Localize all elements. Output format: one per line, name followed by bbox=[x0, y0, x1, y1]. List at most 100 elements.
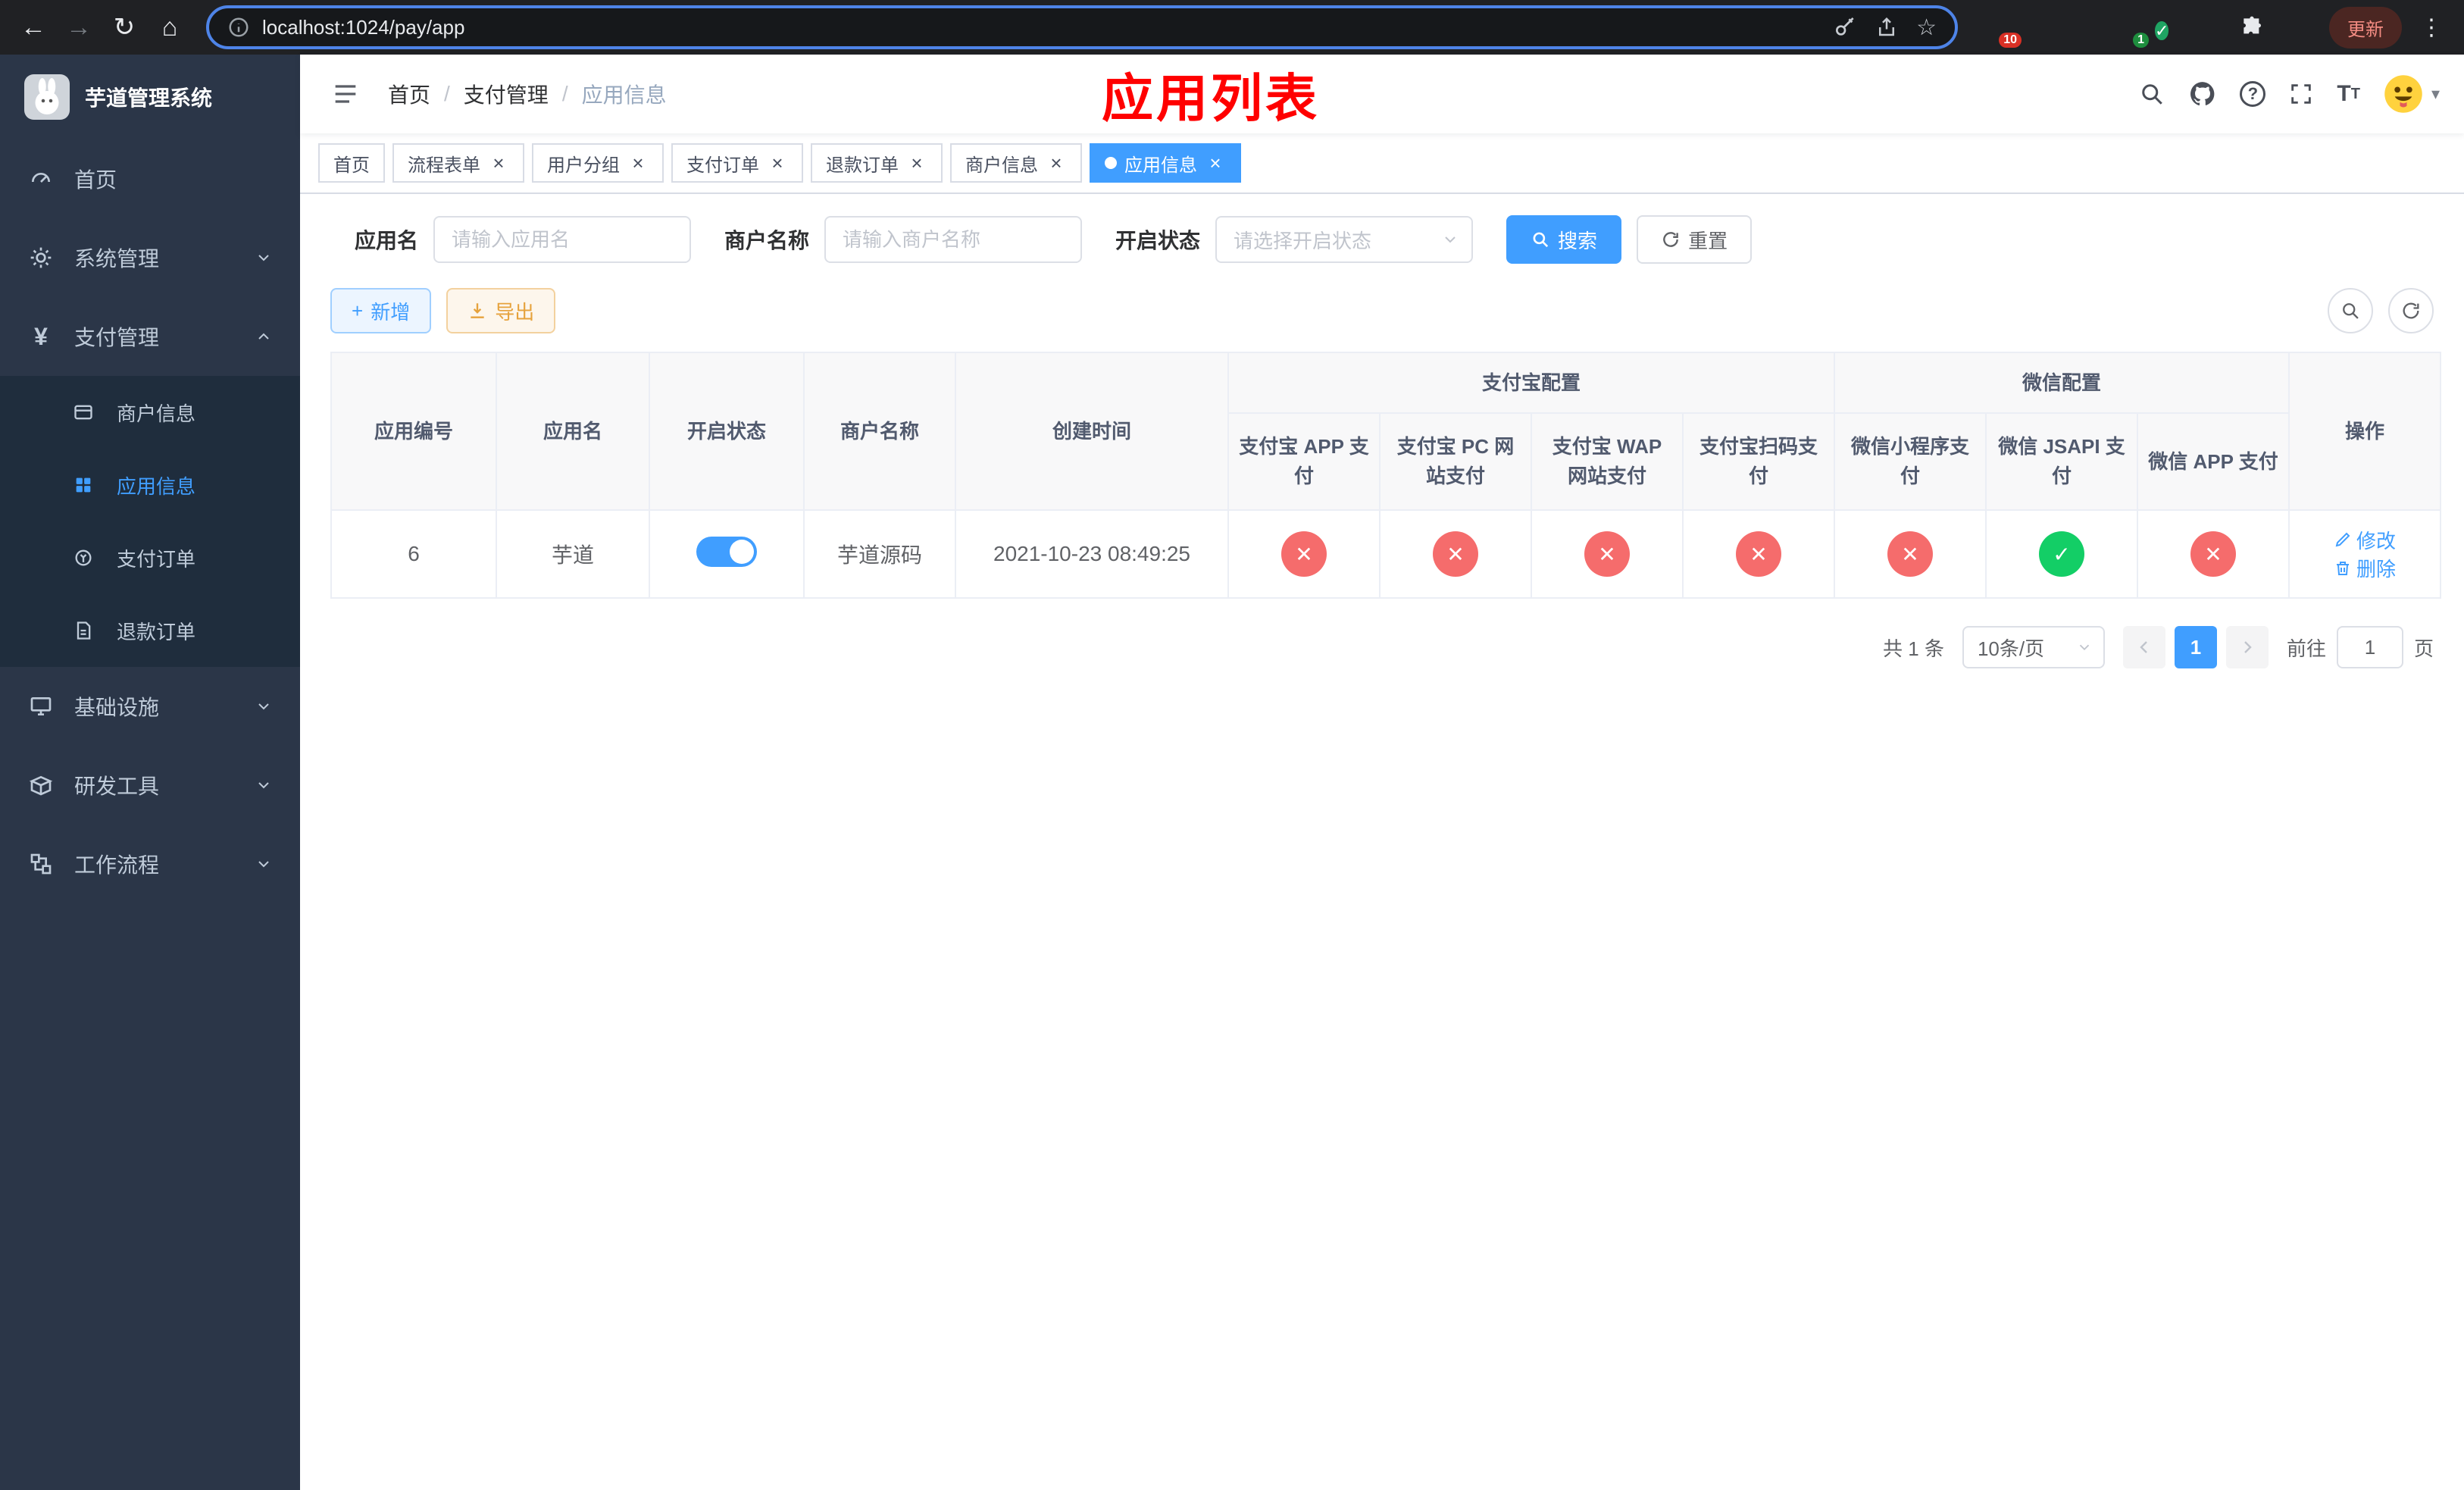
merchant-name-input[interactable] bbox=[824, 216, 1083, 263]
delete-link-label: 删除 bbox=[2356, 558, 2397, 581]
tab-close-icon[interactable]: × bbox=[488, 152, 509, 174]
prev-page-button[interactable] bbox=[2122, 626, 2165, 668]
sidebar-item-system[interactable]: 系统管理 bbox=[0, 218, 300, 297]
export-button[interactable]: 导出 bbox=[446, 288, 556, 333]
address-bar[interactable]: localhost:1024/pay/app ☆ bbox=[206, 5, 1958, 49]
sidebar-item-refund-order[interactable]: 退款订单 bbox=[0, 594, 300, 667]
sidebar-item-pay-order[interactable]: 支付订单 bbox=[0, 521, 300, 594]
breadcrumb: 首页 / 支付管理 / 应用信息 bbox=[388, 79, 667, 109]
page-size-value: 10条/页 bbox=[1977, 637, 2045, 660]
sidebar-item-infrastructure[interactable]: 基础设施 bbox=[0, 667, 300, 746]
user-menu[interactable]: ▾ bbox=[2383, 74, 2440, 114]
browser-update-button[interactable]: 更新 bbox=[2329, 6, 2402, 49]
edit-link-label: 修改 bbox=[2356, 529, 2397, 552]
url-text[interactable]: localhost:1024/pay/app bbox=[262, 16, 1821, 39]
reset-button[interactable]: 重置 bbox=[1637, 215, 1753, 264]
tab-home[interactable]: 首页 bbox=[318, 143, 385, 183]
status-icon: ✓ bbox=[2039, 531, 2085, 577]
top-navbar: 首页 / 支付管理 / 应用信息 应用列表 ? TT ▾ bbox=[300, 55, 2464, 133]
filter-form: 应用名 商户名称 开启状态 请选择开启状态 搜索 重置 bbox=[355, 212, 2434, 267]
add-button[interactable]: + 新增 bbox=[330, 288, 432, 333]
site-info-icon[interactable] bbox=[227, 16, 250, 39]
password-key-icon[interactable] bbox=[1833, 15, 1857, 39]
tab-close-icon[interactable]: × bbox=[1046, 152, 1067, 174]
github-icon[interactable] bbox=[2188, 80, 2217, 108]
sidebar-item-label: 系统管理 bbox=[74, 247, 160, 271]
chevron-down-icon bbox=[255, 697, 273, 715]
tab-process-form[interactable]: 流程表单 × bbox=[392, 143, 524, 183]
tab-close-icon[interactable]: × bbox=[1205, 152, 1226, 174]
tab-close-icon[interactable]: × bbox=[906, 152, 927, 174]
sidebar-item-label: 支付订单 bbox=[117, 547, 196, 571]
page-content: 应用名 商户名称 开启状态 请选择开启状态 搜索 重置 bbox=[300, 194, 2464, 1490]
extension-icon-3[interactable] bbox=[2070, 14, 2096, 40]
page-number-button[interactable]: 1 bbox=[2174, 626, 2217, 668]
payment-submenu: 商户信息 应用信息 支付订单 退款订单 bbox=[0, 376, 300, 667]
extensions-puzzle-icon[interactable] bbox=[2240, 14, 2265, 40]
bookmark-star-icon[interactable]: ☆ bbox=[1916, 14, 1937, 41]
extension-icon-6[interactable] bbox=[2197, 14, 2223, 40]
fullscreen-icon[interactable] bbox=[2288, 81, 2314, 107]
status-label: 开启状态 bbox=[1115, 229, 1201, 252]
extension-icon-2[interactable] bbox=[2028, 14, 2053, 40]
breadcrumb-separator: / bbox=[561, 82, 568, 105]
tab-app-info[interactable]: 应用信息 × bbox=[1090, 143, 1241, 183]
chevron-up-icon bbox=[255, 327, 273, 346]
tab-pay-order[interactable]: 支付订单 × bbox=[671, 143, 803, 183]
browser-back-icon[interactable]: ← bbox=[12, 6, 55, 49]
tab-user-group[interactable]: 用户分组 × bbox=[532, 143, 664, 183]
browser-home-icon[interactable]: ⌂ bbox=[149, 6, 191, 49]
sidebar-item-home[interactable]: 首页 bbox=[0, 139, 300, 218]
col-alipay-wap: 支付宝 WAP 网站支付 bbox=[1531, 412, 1684, 511]
pay-order-icon bbox=[70, 547, 97, 568]
extension-icon-5[interactable]: ✓ bbox=[2155, 14, 2181, 40]
tab-close-icon[interactable]: × bbox=[627, 152, 649, 174]
search-button[interactable]: 搜索 bbox=[1506, 215, 1622, 264]
edit-link[interactable]: 修改 bbox=[2334, 526, 2396, 554]
delete-link[interactable]: 删除 bbox=[2334, 554, 2396, 582]
status-toggle[interactable] bbox=[696, 536, 757, 567]
refresh-table-button[interactable] bbox=[2388, 288, 2434, 333]
breadcrumb-home[interactable]: 首页 bbox=[388, 79, 430, 109]
active-tab-dot bbox=[1105, 157, 1117, 169]
user-avatar bbox=[2383, 74, 2424, 114]
sidebar-item-dev-tools[interactable]: 研发工具 bbox=[0, 746, 300, 825]
sidebar-item-payment[interactable]: ¥ 支付管理 bbox=[0, 297, 300, 376]
tab-refund-order[interactable]: 退款订单 × bbox=[811, 143, 943, 183]
avatar-caret-icon: ▾ bbox=[2431, 84, 2440, 103]
sidebar-logo-row[interactable]: 芋道管理系统 bbox=[0, 55, 300, 139]
tab-close-icon[interactable]: × bbox=[767, 152, 788, 174]
cell-wechat-mini: ✕ bbox=[1834, 509, 1987, 599]
sidebar-item-app-info[interactable]: 应用信息 bbox=[0, 449, 300, 521]
col-alipay-pc: 支付宝 PC 网站支付 bbox=[1379, 412, 1532, 511]
next-page-button[interactable] bbox=[2225, 626, 2269, 668]
col-alipay-app: 支付宝 APP 支付 bbox=[1227, 412, 1381, 511]
browser-forward-icon[interactable]: → bbox=[58, 6, 100, 49]
pagination: 共 1 条 10条/页 1 前往 1 页 bbox=[330, 626, 2434, 668]
sidebar-item-merchant-info[interactable]: 商户信息 bbox=[0, 376, 300, 449]
toggle-search-button[interactable] bbox=[2328, 288, 2373, 333]
goto-prefix: 前往 bbox=[2286, 637, 2326, 660]
search-icon[interactable] bbox=[2138, 80, 2165, 108]
cell-wechat-app: ✕ bbox=[2137, 509, 2290, 599]
status-select[interactable]: 请选择开启状态 bbox=[1215, 216, 1474, 263]
hamburger-icon[interactable] bbox=[324, 73, 367, 115]
breadcrumb-section[interactable]: 支付管理 bbox=[464, 79, 549, 109]
col-wechat-app: 微信 APP 支付 bbox=[2137, 412, 2290, 511]
app-name-input[interactable] bbox=[433, 216, 692, 263]
cell-open-status bbox=[649, 509, 805, 599]
browser-refresh-icon[interactable]: ↻ bbox=[103, 6, 145, 49]
page-size-select[interactable]: 10条/页 bbox=[1962, 626, 2105, 668]
browser-menu-icon[interactable]: ⋮ bbox=[2411, 14, 2452, 41]
share-icon[interactable] bbox=[1875, 16, 1898, 39]
tab-merchant-info[interactable]: 商户信息 × bbox=[950, 143, 1082, 183]
sidebar-item-workflow[interactable]: 工作流程 bbox=[0, 825, 300, 903]
col-merchant-name: 商户名称 bbox=[803, 352, 956, 511]
font-size-icon[interactable]: TT bbox=[2337, 81, 2360, 107]
profile-avatar-icon[interactable] bbox=[2282, 14, 2308, 40]
tab-label: 退款订单 bbox=[826, 155, 899, 176]
extension-icon-1[interactable]: 10 bbox=[1985, 14, 2022, 48]
goto-page-input[interactable] bbox=[2336, 626, 2403, 668]
help-icon[interactable]: ? bbox=[2240, 81, 2266, 107]
extension-icon-4[interactable]: 1 bbox=[2112, 14, 2149, 48]
